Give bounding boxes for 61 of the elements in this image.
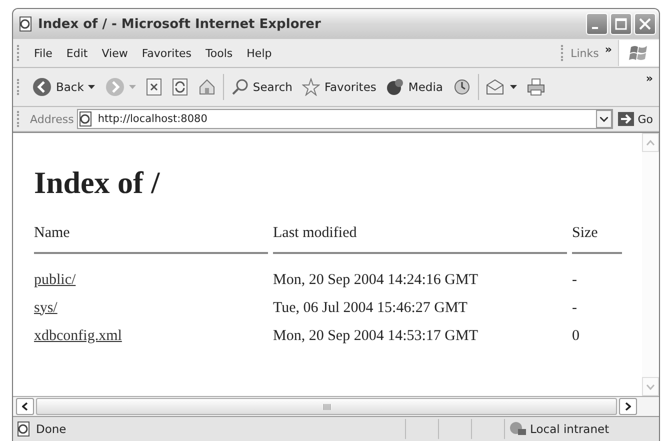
close-button[interactable] xyxy=(634,13,656,35)
favorites-button[interactable]: Favorites xyxy=(297,78,382,96)
chevron-left-icon xyxy=(22,402,28,411)
page-icon xyxy=(16,421,32,437)
menu-item[interactable]: Tools xyxy=(198,46,240,60)
menu-item[interactable]: File xyxy=(27,46,60,60)
stop-icon xyxy=(146,78,162,96)
media-button[interactable]: Media xyxy=(381,78,448,96)
refresh-icon xyxy=(172,78,188,96)
go-button[interactable]: Go xyxy=(616,112,659,126)
window-title: Index of / - Microsoft Internet Explorer xyxy=(38,16,321,32)
printer-icon xyxy=(526,78,545,96)
close-icon xyxy=(639,18,651,30)
home-icon xyxy=(198,78,216,96)
column-header: Size xyxy=(572,225,622,254)
chevron-down-icon xyxy=(646,384,655,390)
file-link[interactable]: public/ xyxy=(34,272,76,288)
table-cell-text: - xyxy=(572,298,578,318)
table-cell-text: 0 xyxy=(572,326,580,346)
links-chevron[interactable]: » xyxy=(598,43,618,56)
horizontal-scrollbar[interactable] xyxy=(13,396,659,416)
vertical-scrollbar[interactable] xyxy=(642,133,659,396)
search-icon xyxy=(230,78,249,96)
chevron-down-icon xyxy=(600,116,608,122)
chevron-right-icon xyxy=(625,402,631,411)
address-label: Address xyxy=(30,112,74,126)
page-icon xyxy=(18,16,34,32)
chevron-up-icon xyxy=(646,140,655,146)
file-link[interactable]: xdbconfig.xml xyxy=(34,328,122,344)
mail-icon xyxy=(486,78,506,96)
menu-item[interactable]: Favorites xyxy=(134,46,199,60)
zone-text: Local intranet xyxy=(530,422,610,436)
table-cell-text: Mon, 20 Sep 2004 14:24:16 GMT xyxy=(273,270,480,290)
column-header: Last modified xyxy=(273,225,567,254)
grip-icon xyxy=(322,404,330,410)
history-icon xyxy=(452,78,471,96)
back-button[interactable]: Back xyxy=(27,77,100,97)
table-cell-text: Mon, 20 Sep 2004 14:53:17 GMT xyxy=(273,326,480,346)
links-label[interactable]: Links xyxy=(570,46,599,60)
page-icon xyxy=(78,111,94,127)
search-button[interactable]: Search xyxy=(226,78,298,96)
arrow-icon xyxy=(618,112,634,126)
column-header: Name xyxy=(34,225,268,254)
page-heading: Index of / xyxy=(34,165,161,201)
dropdown-button[interactable] xyxy=(596,110,612,128)
menu-item[interactable]: Help xyxy=(240,46,279,60)
toolbar-chevron[interactable]: » xyxy=(640,72,659,85)
menu-item[interactable]: Edit xyxy=(59,46,95,60)
file-link[interactable]: sys/ xyxy=(34,300,58,316)
table-cell-text: Tue, 06 Jul 2004 15:46:27 GMT xyxy=(273,298,468,318)
maximize-icon xyxy=(615,18,627,30)
address-field[interactable]: http://localhost:8080 xyxy=(76,109,613,129)
minimize-icon xyxy=(592,27,598,29)
network-icon xyxy=(509,421,527,437)
maximize-button[interactable] xyxy=(610,13,632,35)
menu-item[interactable]: View xyxy=(94,46,135,60)
media-icon xyxy=(386,78,404,96)
star-icon xyxy=(302,78,320,96)
status-text: Done xyxy=(36,422,66,436)
table-cell-text: - xyxy=(572,270,578,290)
minimize-button[interactable] xyxy=(586,13,608,35)
